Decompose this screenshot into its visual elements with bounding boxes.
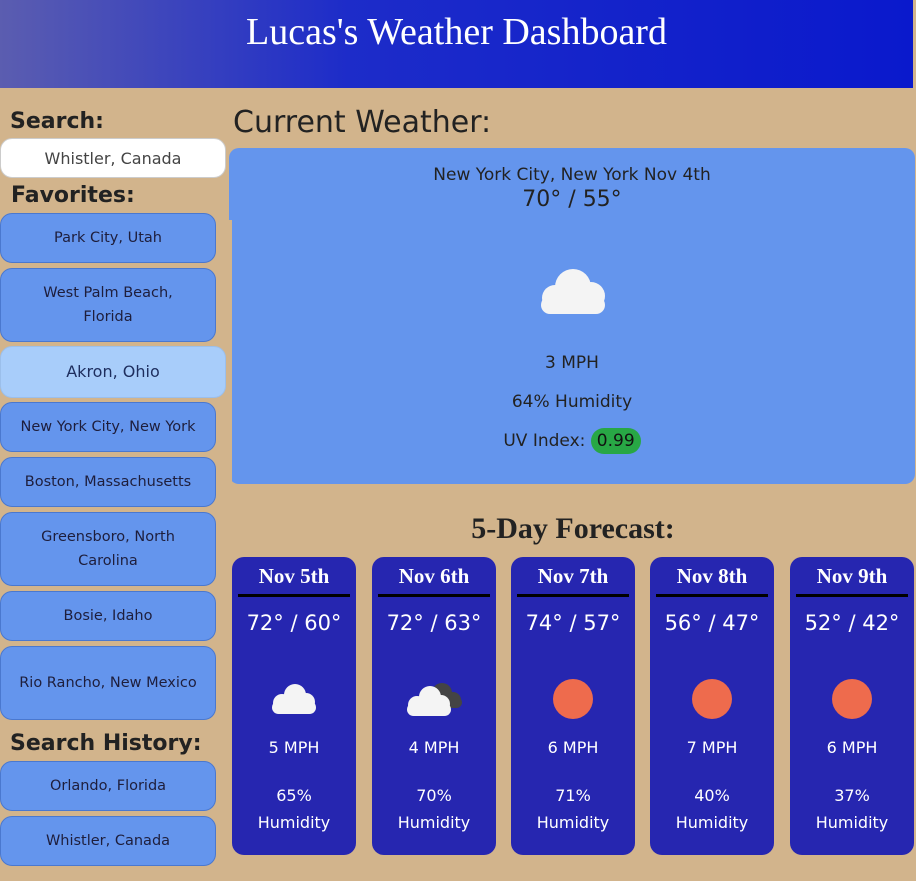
broken-clouds-icon bbox=[372, 677, 496, 721]
forecast-wind: 7 MPH bbox=[686, 738, 738, 757]
favorite-item[interactable]: Greensboro, North Carolina bbox=[0, 512, 216, 586]
forecast-date: Nov 7th bbox=[517, 564, 629, 597]
sun-icon-wrap bbox=[790, 677, 914, 721]
cloud-icon bbox=[535, 266, 611, 320]
favorite-item[interactable]: Park City, Utah bbox=[0, 213, 216, 263]
humidity-label: Humidity bbox=[815, 813, 889, 832]
forecast-card: Nov 9th 52° / 42° 6 MPH 37% Humidity bbox=[790, 557, 914, 855]
sun-icon bbox=[692, 679, 732, 719]
forecast-temp: 74° / 57° bbox=[525, 611, 621, 635]
favorite-item[interactable]: Bosie, Idaho bbox=[0, 591, 216, 641]
current-temp: 70° / 55° bbox=[522, 187, 622, 212]
humidity-label: Humidity bbox=[257, 813, 331, 832]
search-label: Search: bbox=[10, 109, 104, 134]
forecast-date: Nov 5th bbox=[238, 564, 350, 597]
sun-icon bbox=[832, 679, 872, 719]
humidity-value: 65% bbox=[276, 786, 312, 805]
forecast-temp: 72° / 63° bbox=[386, 611, 482, 635]
forecast-temp: 56° / 47° bbox=[664, 611, 760, 635]
history-item[interactable]: Orlando, Florida bbox=[0, 761, 216, 811]
humidity-value: 71% bbox=[555, 786, 591, 805]
forecast-card: Nov 6th 72° / 63° 4 MPH 70% Humidity bbox=[372, 557, 496, 855]
favorite-item-label: New York City, New York bbox=[20, 419, 196, 435]
forecast-humidity: 37% Humidity bbox=[790, 782, 914, 836]
favorite-item-label: Akron, Ohio bbox=[66, 362, 160, 381]
forecast-date: Nov 6th bbox=[378, 564, 490, 597]
forecast-date: Nov 8th bbox=[656, 564, 768, 597]
sun-icon-wrap bbox=[511, 677, 635, 721]
favorite-item-label: West Palm Beach, Florida bbox=[43, 285, 173, 325]
history-item-label: Orlando, Florida bbox=[49, 778, 167, 794]
favorite-item-label: Park City, Utah bbox=[54, 230, 162, 246]
humidity-label: Humidity bbox=[397, 813, 471, 832]
favorite-item[interactable]: Rio Rancho, New Mexico bbox=[0, 646, 216, 720]
forecast-humidity: 71% Humidity bbox=[511, 782, 635, 836]
current-weather-title: Current Weather: bbox=[233, 105, 492, 140]
favorite-item-active[interactable]: Akron, Ohio bbox=[0, 346, 226, 398]
current-humidity: 64% Humidity bbox=[511, 392, 633, 412]
forecast-humidity: 70% Humidity bbox=[372, 782, 496, 836]
sun-icon-wrap bbox=[650, 677, 774, 721]
forecast-wind: 6 MPH bbox=[826, 738, 878, 757]
forecast-wind: 5 MPH bbox=[268, 738, 320, 757]
forecast-date: Nov 9th bbox=[796, 564, 908, 597]
favorite-item-label: Greensboro, North Carolina bbox=[41, 529, 175, 569]
forecast-humidity: 40% Humidity bbox=[650, 782, 774, 836]
favorite-item-label: Rio Rancho, New Mexico bbox=[19, 675, 197, 691]
current-weather-card: New York City, New York Nov 4th 70° / 55… bbox=[229, 148, 915, 484]
forecast-card: Nov 7th 74° / 57° 6 MPH 71% Humidity bbox=[511, 557, 635, 855]
favorite-item[interactable]: Boston, Massachusetts bbox=[0, 457, 216, 507]
humidity-label: Humidity bbox=[675, 813, 749, 832]
search-history-label: Search History: bbox=[10, 731, 202, 756]
favorite-item[interactable]: West Palm Beach, Florida bbox=[0, 268, 216, 342]
app-title: Lucas's Weather Dashboard bbox=[246, 11, 667, 53]
humidity-value: 40% bbox=[694, 786, 730, 805]
cloud-icon bbox=[232, 677, 356, 721]
forecast-card: Nov 5th 72° / 60° 5 MPH 65% Humidity bbox=[232, 557, 356, 855]
forecast-card: Nov 8th 56° / 47° 7 MPH 40% Humidity bbox=[650, 557, 774, 855]
history-item-label: Whistler, Canada bbox=[45, 833, 171, 849]
forecast-wind: 6 MPH bbox=[547, 738, 599, 757]
humidity-label: Humidity bbox=[536, 813, 610, 832]
current-location: New York City, New York Nov 4th bbox=[433, 165, 711, 185]
favorite-item-label: Boston, Massachusetts bbox=[24, 474, 192, 490]
current-wind: 3 MPH bbox=[545, 353, 599, 373]
uv-badge: 0.99 bbox=[590, 428, 641, 454]
favorite-item[interactable]: New York City, New York bbox=[0, 402, 216, 452]
search-input[interactable] bbox=[0, 138, 226, 178]
forecast-temp: 72° / 60° bbox=[246, 611, 342, 635]
forecast-wind: 4 MPH bbox=[408, 738, 460, 757]
humidity-value: 70% bbox=[416, 786, 452, 805]
uv-index: UV Index: 0.99 bbox=[229, 428, 915, 454]
humidity-value: 37% bbox=[834, 786, 870, 805]
forecast-temp: 52° / 42° bbox=[804, 611, 900, 635]
forecast-title: 5-Day Forecast: bbox=[471, 512, 675, 545]
uv-label: UV Index: bbox=[503, 431, 586, 451]
favorites-label: Favorites: bbox=[11, 183, 135, 208]
sun-icon bbox=[553, 679, 593, 719]
history-item[interactable]: Whistler, Canada bbox=[0, 816, 216, 866]
favorite-item-label: Bosie, Idaho bbox=[63, 608, 153, 624]
forecast-humidity: 65% Humidity bbox=[232, 782, 356, 836]
header-banner: Lucas's Weather Dashboard bbox=[0, 0, 913, 88]
